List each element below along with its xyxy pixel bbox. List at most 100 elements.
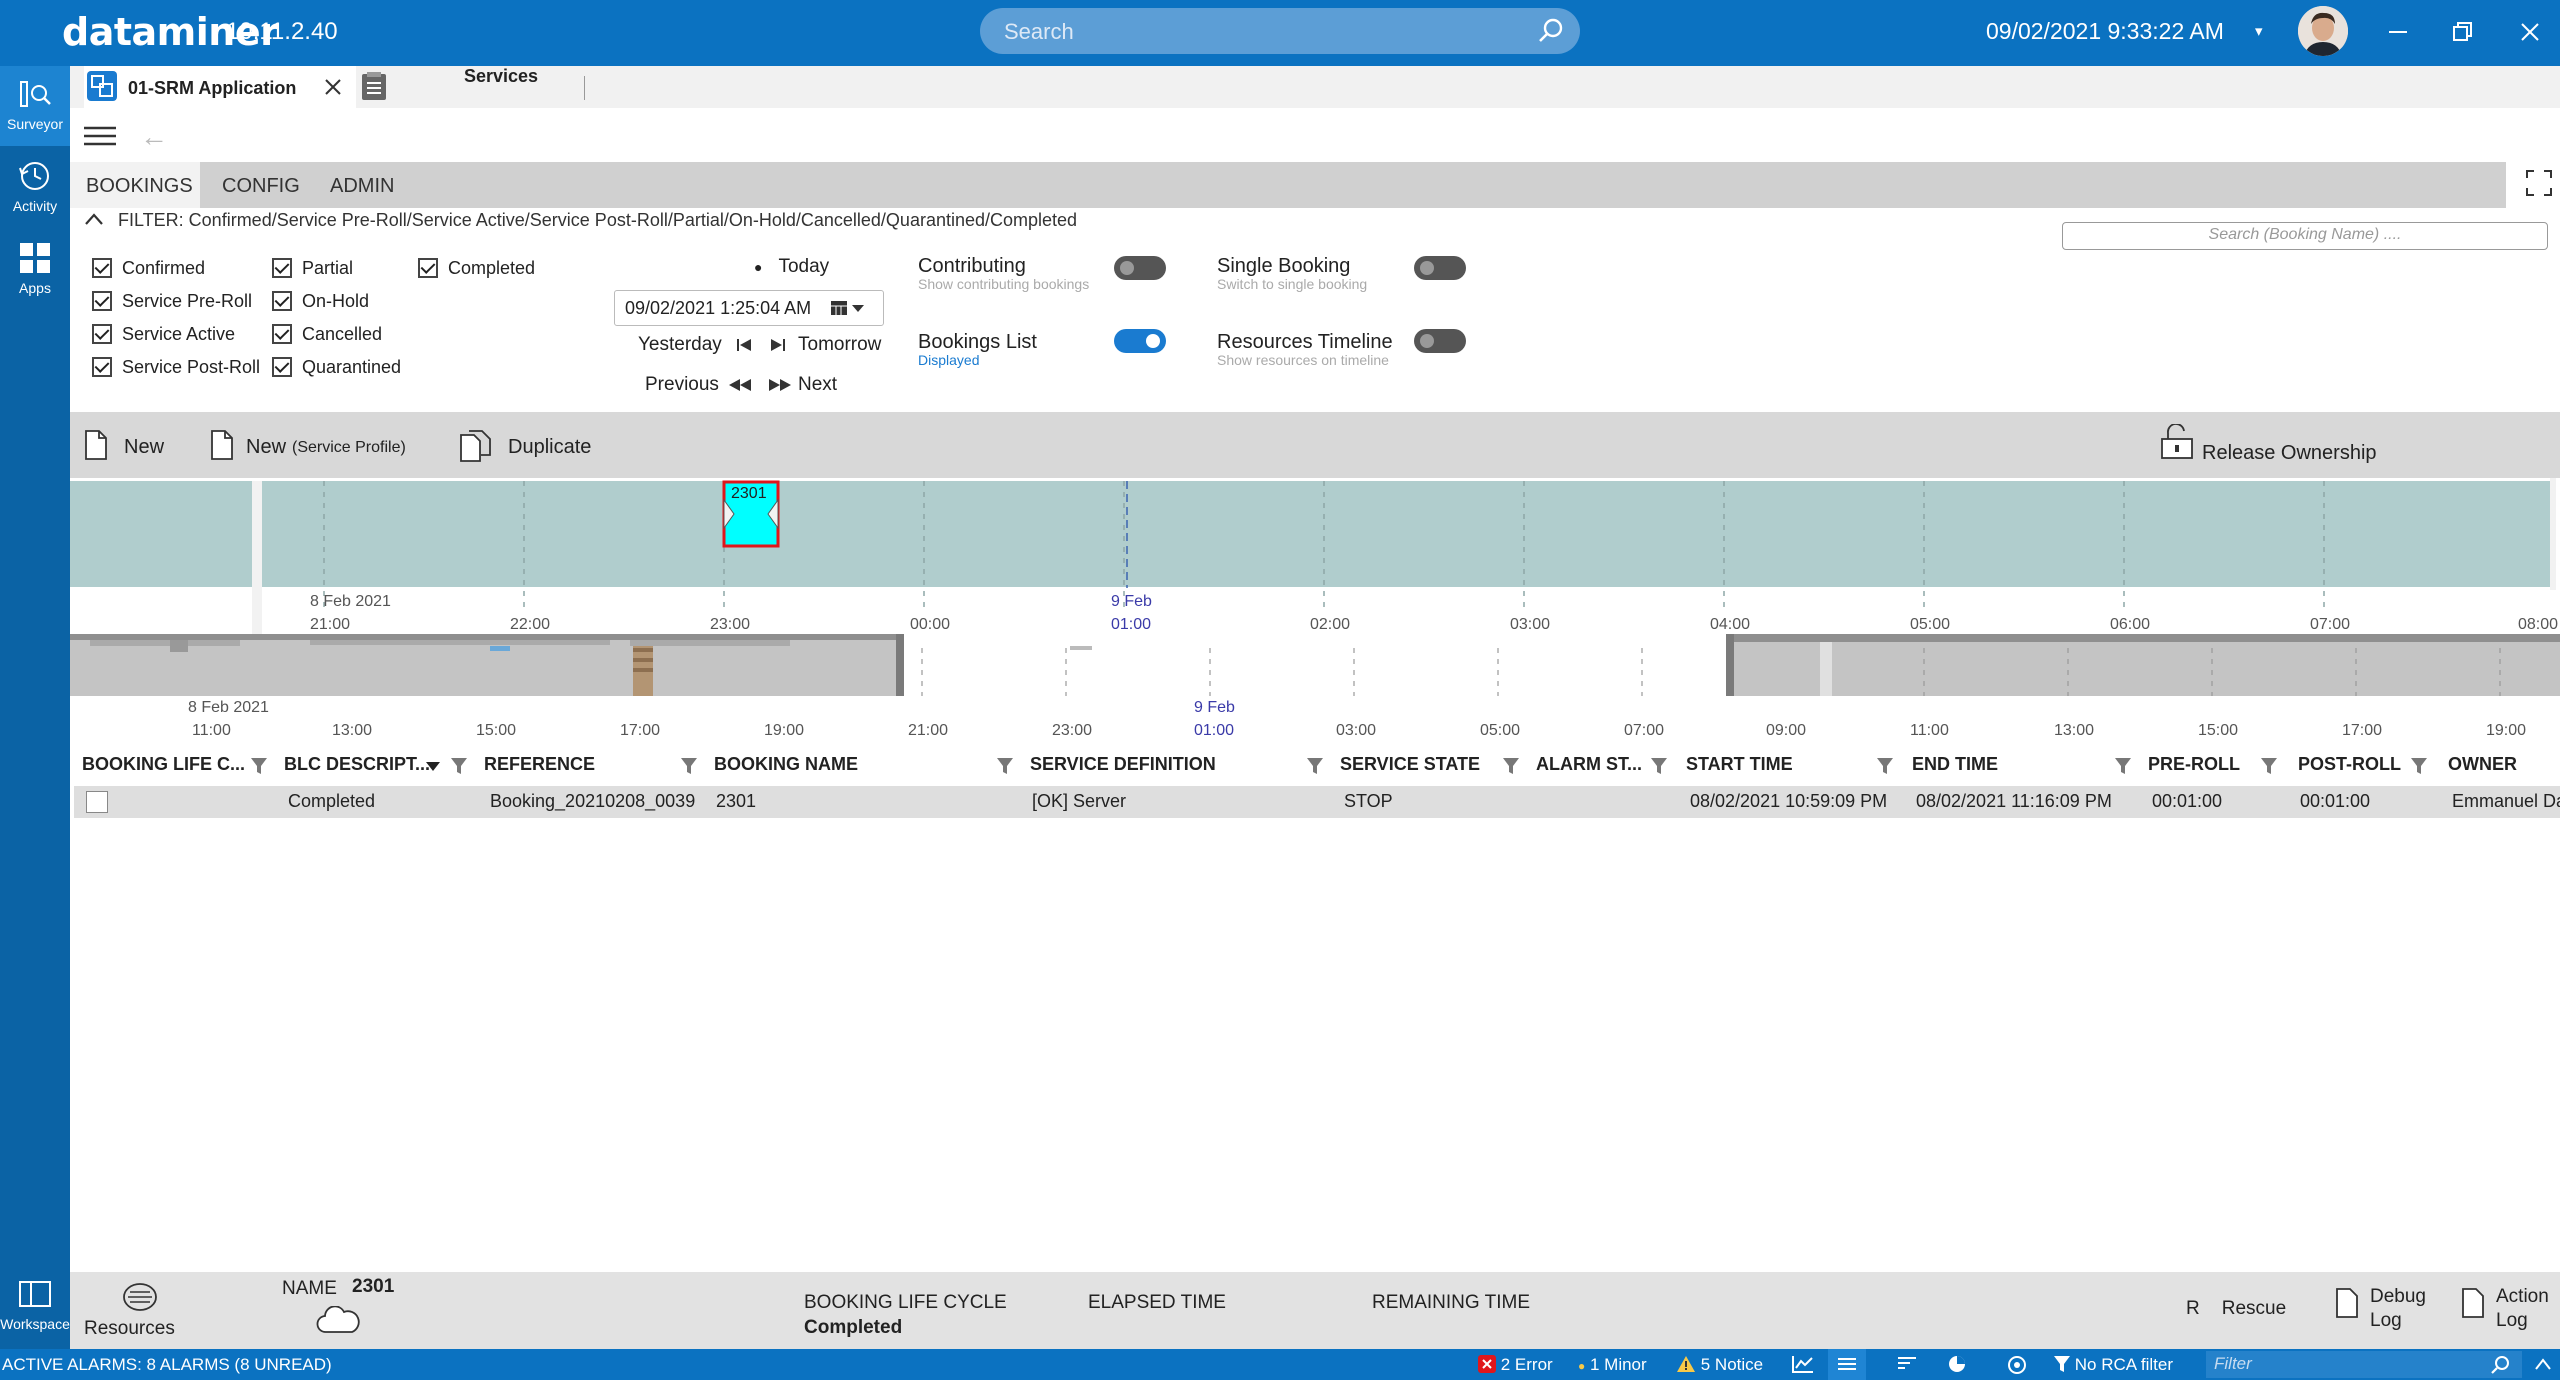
filter-icon[interactable]: [1502, 757, 1520, 775]
tab-bookings[interactable]: BOOKINGS: [70, 162, 200, 208]
rail-item-apps[interactable]: Apps: [0, 230, 70, 310]
fullscreen-icon[interactable]: [2526, 170, 2552, 196]
resources-button[interactable]: Resources: [84, 1278, 184, 1344]
column-header-start-time[interactable]: START TIME: [1686, 754, 1793, 775]
tab-admin[interactable]: ADMIN: [314, 162, 414, 208]
sort-icon[interactable]: [1898, 1356, 1916, 1372]
release-ownership-button[interactable]: Release Ownership: [2160, 412, 2400, 478]
checkbox-service-active[interactable]: Service Active: [92, 324, 235, 350]
overview-tick-label: 03:00: [1336, 722, 1376, 739]
rewind-icon[interactable]: [728, 378, 752, 392]
timeline-svg[interactable]: 2301 8 Feb 2021 9 Feb 21:00 22:00 23:00 …: [70, 478, 2560, 698]
row-select-checkbox[interactable]: [86, 791, 108, 813]
bookings-list-toggle[interactable]: [1114, 329, 1166, 353]
booking-block-2301[interactable]: 2301: [722, 480, 780, 548]
filter-icon[interactable]: [450, 757, 468, 775]
fast-forward-icon[interactable]: [768, 378, 792, 392]
tab-services[interactable]: Services: [356, 66, 586, 108]
filter-icon[interactable]: [2114, 757, 2132, 775]
booking-name-search-input[interactable]: Search (Booking Name) ....: [2062, 222, 2548, 250]
checkbox-cancelled[interactable]: Cancelled: [272, 324, 382, 350]
column-header-alarm-state[interactable]: ALARM ST...: [1536, 754, 1642, 775]
rail-item-activity[interactable]: Activity: [0, 148, 70, 228]
filter-icon[interactable]: [2410, 757, 2428, 775]
checkbox-quarantined[interactable]: Quarantined: [272, 357, 401, 383]
rescue-r-icon: R: [2186, 1298, 2200, 1319]
close-window-icon[interactable]: [2512, 14, 2548, 50]
yesterday-button[interactable]: Yesterday: [638, 334, 722, 356]
column-header-post-roll[interactable]: POST-ROLL: [2298, 754, 2401, 775]
pie-chart-icon[interactable]: [1948, 1355, 1966, 1373]
column-header-booking-name[interactable]: BOOKING NAME: [714, 754, 858, 775]
checkbox-completed[interactable]: Completed: [418, 258, 535, 284]
column-header-service-state[interactable]: SERVICE STATE: [1340, 754, 1480, 775]
bookings-list-label: Bookings List: [918, 331, 1037, 353]
rca-filter[interactable]: No RCA filter: [2054, 1355, 2173, 1375]
rescue-button[interactable]: R Rescue: [2186, 1298, 2286, 1320]
tab-config[interactable]: CONFIG: [206, 162, 306, 208]
minor-count[interactable]: ● 1 Minor: [1578, 1355, 1647, 1375]
skip-forward-icon[interactable]: [770, 337, 786, 353]
new-service-profile-button[interactable]: New (Service Profile): [210, 412, 430, 478]
notice-count[interactable]: 5 Notice: [1676, 1355, 1763, 1375]
status-filter-input[interactable]: Filter: [2206, 1351, 2522, 1378]
booking-timeline[interactable]: 2301 8 Feb 2021 9 Feb 21:00 22:00 23:00 …: [70, 478, 2560, 698]
checkbox-confirmed[interactable]: Confirmed: [92, 258, 205, 284]
table-row[interactable]: Completed Booking_20210208_0039 2301 [OK…: [74, 786, 2560, 818]
filter-icon[interactable]: [1650, 757, 1668, 775]
back-arrow-icon[interactable]: ←: [140, 121, 168, 153]
column-header-pre-roll[interactable]: PRE-ROLL: [2148, 754, 2240, 775]
filter-icon[interactable]: [680, 757, 698, 775]
checkbox-service-pre-roll[interactable]: Service Pre-Roll: [92, 291, 252, 317]
active-alarms-summary[interactable]: ACTIVE ALARMS: 8 ALARMS (8 UNREAD): [2, 1355, 332, 1375]
global-search-input[interactable]: Search: [980, 8, 1580, 54]
restore-icon[interactable]: [2444, 14, 2480, 50]
action-log-button[interactable]: Action Log: [2462, 1284, 2560, 1340]
tab-srm-application[interactable]: 01-SRM Application: [84, 66, 356, 108]
chevron-up-icon[interactable]: [84, 212, 104, 226]
column-header-blc-description[interactable]: BLC DESCRIPT...: [284, 754, 430, 775]
rail-item-workspace[interactable]: Workspace: [0, 1266, 70, 1346]
search-icon[interactable]: [1536, 16, 1566, 46]
checkbox-partial[interactable]: Partial: [272, 258, 353, 284]
contributing-toggle[interactable]: [1114, 256, 1166, 280]
rail-item-surveyor[interactable]: Surveyor: [0, 66, 70, 146]
debug-log-button[interactable]: Debug Log: [2336, 1284, 2436, 1340]
new-booking-button[interactable]: New: [84, 412, 174, 478]
checkbox-service-post-roll[interactable]: Service Post-Roll: [92, 357, 260, 383]
sort-desc-icon[interactable]: [426, 762, 440, 772]
trend-icon[interactable]: [1792, 1355, 1814, 1373]
single-booking-toggle[interactable]: [1414, 256, 1466, 280]
previous-button[interactable]: Previous: [645, 374, 719, 396]
resources-timeline-toggle[interactable]: [1414, 329, 1466, 353]
filter-icon[interactable]: [996, 757, 1014, 775]
datetime-dropdown-icon[interactable]: ▾: [2255, 22, 2263, 40]
filter-icon[interactable]: [1876, 757, 1894, 775]
calendar-dropdown-icon[interactable]: [831, 300, 865, 316]
tomorrow-button[interactable]: Tomorrow: [798, 334, 881, 356]
minimize-icon[interactable]: [2380, 14, 2416, 50]
filter-icon[interactable]: [250, 757, 268, 775]
error-count[interactable]: 2 Error: [1478, 1355, 1553, 1375]
search-icon[interactable]: [2490, 1355, 2510, 1375]
hamburger-menu-icon[interactable]: [84, 126, 116, 146]
skip-back-icon[interactable]: [736, 337, 752, 353]
checkbox-on-hold[interactable]: On-Hold: [272, 291, 369, 317]
duplicate-button[interactable]: Duplicate: [460, 412, 620, 478]
target-icon[interactable]: [2006, 1354, 2028, 1376]
close-tab-icon[interactable]: [324, 78, 342, 96]
next-button[interactable]: Next: [798, 374, 837, 396]
filter-icon[interactable]: [1306, 757, 1324, 775]
filter-icon[interactable]: [2260, 757, 2278, 775]
filter-summary[interactable]: FILTER: Confirmed/Service Pre-Roll/Servi…: [84, 210, 1077, 231]
today-button[interactable]: ● Today: [754, 256, 829, 278]
column-header-owner[interactable]: OWNER: [2448, 754, 2517, 775]
column-header-end-time[interactable]: END TIME: [1912, 754, 1998, 775]
list-view-toggle[interactable]: [1828, 1349, 1866, 1380]
chevron-up-icon[interactable]: [2534, 1357, 2552, 1371]
column-header-service-definition[interactable]: SERVICE DEFINITION: [1030, 754, 1216, 775]
user-avatar[interactable]: [2298, 6, 2348, 56]
column-header-reference[interactable]: REFERENCE: [484, 754, 595, 775]
column-header-booking-life-cycle[interactable]: BOOKING LIFE C...: [82, 754, 245, 775]
date-picker-input[interactable]: 09/02/2021 1:25:04 AM: [614, 290, 884, 326]
